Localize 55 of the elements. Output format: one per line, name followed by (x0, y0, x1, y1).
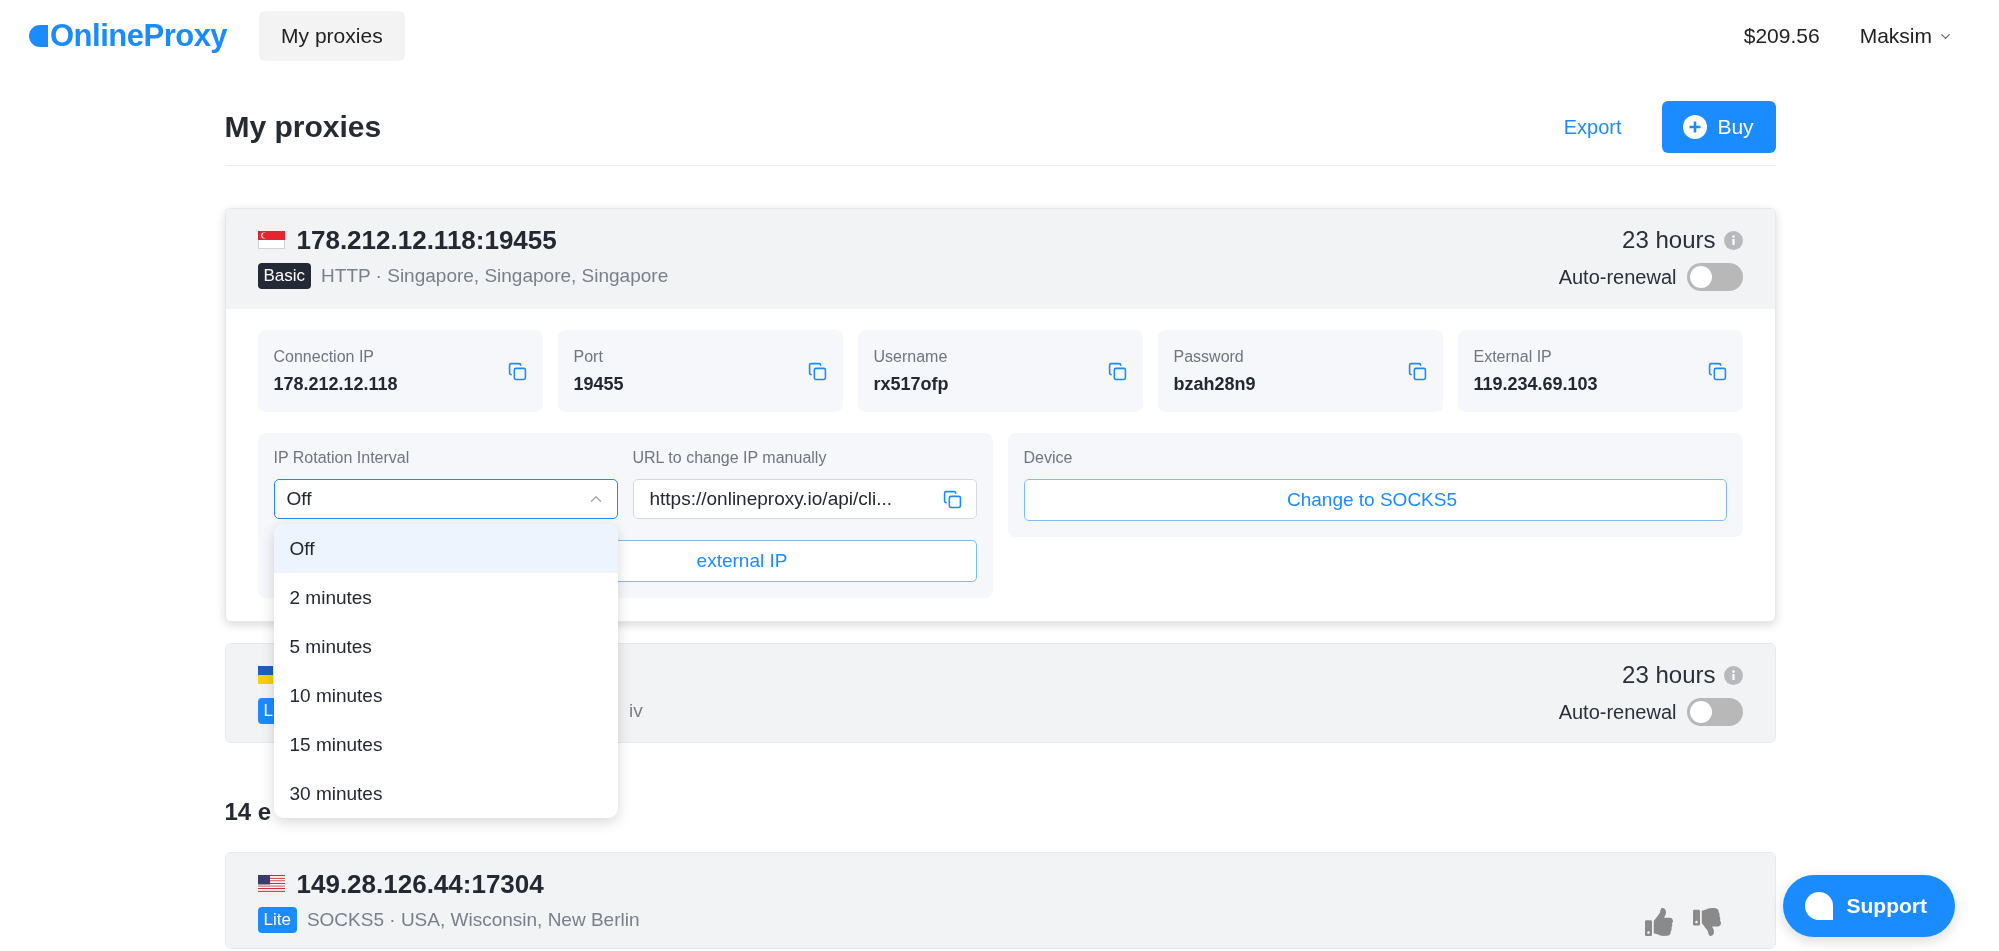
dropdown-option[interactable]: 10 minutes (273, 671, 618, 720)
account-balance: $209.56 (1743, 24, 1820, 48)
plan-label: Basic (257, 263, 312, 289)
rotation-select[interactable]: Off (273, 479, 618, 519)
copy-button[interactable] (942, 489, 962, 509)
flag-icon (257, 666, 273, 684)
plus-icon (1683, 115, 1708, 139)
proxy-location: iv (628, 700, 643, 722)
thumbs-down-icon[interactable] (1692, 907, 1721, 936)
auto-renewal-toggle[interactable] (1686, 263, 1743, 291)
nav-tab[interactable]: My proxies (259, 11, 405, 61)
auto-renewal-label: Auto-renewal (1558, 700, 1677, 724)
auto-renewal-toggle[interactable] (1686, 698, 1743, 726)
copy-button[interactable] (1707, 361, 1727, 381)
field-label: Password (1173, 347, 1245, 366)
chat-bubble-icon (1804, 892, 1833, 920)
field-label: Device (1023, 449, 1074, 467)
field-label: URL to change IP manually (632, 449, 828, 467)
info-icon[interactable] (1723, 665, 1743, 685)
proxy-address: 178.212.12.118:19455 (296, 224, 557, 256)
proxy-address: 149.28.126.44:17304 (296, 868, 544, 900)
info-icon[interactable] (1723, 230, 1743, 250)
field-label: Username (873, 347, 949, 366)
time-left: 23 hours (1622, 226, 1716, 254)
dropdown-option[interactable]: Off (273, 524, 618, 573)
copy-button[interactable] (1107, 361, 1127, 381)
flag-icon (257, 231, 285, 249)
field-value: bzah28n9 (1173, 373, 1256, 395)
field-label: Port (573, 347, 604, 366)
page-title: My proxies (224, 110, 382, 144)
user-menu[interactable]: Maksim (1859, 24, 1953, 48)
field-value: 119.234.69.103 (1473, 373, 1598, 395)
copy-button[interactable] (807, 361, 827, 381)
thumbs-up-icon[interactable] (1644, 907, 1673, 936)
plan-label: Lite (257, 907, 297, 933)
auto-renewal-label: Auto-renewal (1558, 265, 1677, 289)
field-value: rx517ofp (873, 373, 949, 395)
logo-icon (28, 24, 48, 48)
dropdown-option[interactable]: 15 minutes (273, 720, 618, 769)
time-left: 23 hours (1622, 661, 1716, 689)
dropdown-option[interactable]: 5 minutes (273, 622, 618, 671)
copy-button[interactable] (507, 361, 527, 381)
field-label: IP Rotation Interval (273, 449, 411, 467)
dropdown-option[interactable]: 30 minutes (273, 769, 618, 818)
copy-button[interactable] (1407, 361, 1427, 381)
field-label: External IP (1473, 347, 1553, 366)
field-value: 178.212.12.118 (273, 373, 398, 395)
dropdown-option[interactable]: 2 minutes (273, 573, 618, 622)
proxy-location: HTTP · Singapore, Singapore, Singapore (321, 265, 669, 287)
field-value: 19455 (573, 373, 624, 395)
field-label: Connection IP (273, 347, 375, 366)
section-title: 14 e (224, 798, 273, 827)
proxy-location: SOCKS5 · USA, Wisconsin, New Berlin (306, 909, 640, 931)
flag-icon (257, 875, 285, 893)
url-field[interactable]: https://onlineproxy.io/api/cli... (632, 479, 977, 519)
